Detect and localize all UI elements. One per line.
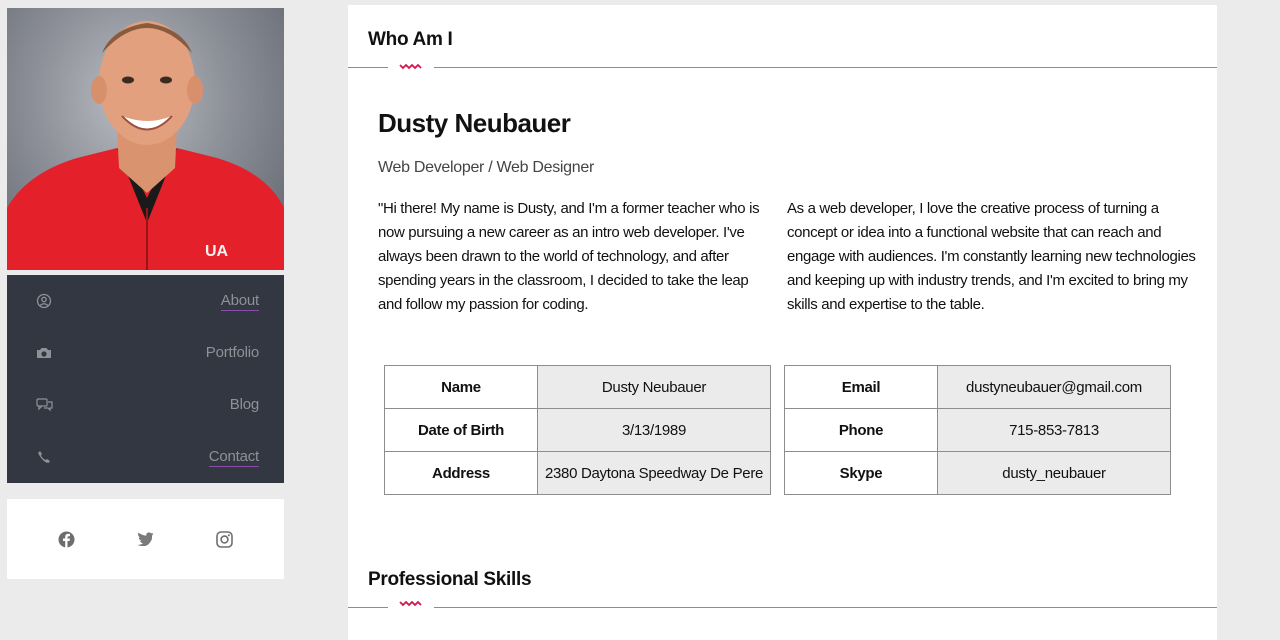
info-key: Address: [384, 451, 538, 495]
social-links: [7, 499, 284, 579]
info-key: Date of Birth: [384, 408, 538, 452]
chat-bubbles-icon: [35, 396, 53, 414]
wave-accent-icon: [388, 62, 434, 72]
bio-paragraph-2: As a web developer, I love the creative …: [787, 200, 1196, 313]
nav-item-portfolio[interactable]: Portfolio: [7, 327, 284, 379]
section-divider: [348, 67, 1217, 68]
camera-icon: [35, 344, 53, 362]
contact-info-table: Email dustyneubauer@gmail.com Phone 715-…: [784, 365, 1171, 495]
svg-text:UA: UA: [205, 243, 229, 260]
table-row: Name Dusty Neubauer: [384, 365, 771, 409]
wave-accent-icon: [388, 599, 434, 609]
phone-icon: [35, 448, 53, 466]
instagram-icon[interactable]: [215, 529, 235, 549]
info-value: dustyneubauer@gmail.com: [937, 365, 1171, 409]
about-card: Who Am I Dusty Neubauer Web Developer / …: [348, 5, 1217, 640]
info-value: dusty_neubauer: [937, 451, 1171, 495]
profile-photo: UA: [7, 8, 284, 270]
section-title-who-am-i: Who Am I: [368, 29, 453, 50]
info-key: Email: [784, 365, 938, 409]
info-key: Skype: [784, 451, 938, 495]
table-row: Email dustyneubauer@gmail.com: [784, 365, 1171, 409]
nav-label-contact: Contact: [208, 447, 259, 467]
facebook-icon[interactable]: [57, 529, 77, 549]
info-value: 2380 Daytona Speedway De Pere: [537, 451, 771, 495]
info-value: Dusty Neubauer: [537, 365, 771, 409]
info-value: 3/13/1989: [537, 408, 771, 452]
info-key: Phone: [784, 408, 938, 452]
profile-role: Web Developer / Web Designer: [378, 159, 595, 176]
nav-item-contact[interactable]: Contact: [7, 431, 284, 483]
table-row: Skype dusty_neubauer: [784, 451, 1171, 495]
table-row: Address 2380 Daytona Speedway De Pere: [384, 451, 771, 495]
sidebar-nav: About Portfolio Blog Contact: [7, 275, 284, 483]
info-value: 715-853-7813: [937, 408, 1171, 452]
nav-label-blog: Blog: [229, 396, 259, 413]
user-circle-icon: [35, 292, 53, 310]
table-row: Date of Birth 3/13/1989: [384, 408, 771, 452]
table-row: Phone 715-853-7813: [784, 408, 1171, 452]
section-divider: [348, 607, 1217, 608]
nav-label-portfolio: Portfolio: [205, 344, 259, 361]
twitter-icon[interactable]: [136, 529, 156, 549]
bio-paragraph-1: "Hi there! My name is Dusty, and I'm a f…: [378, 200, 760, 313]
section-title-professional-skills: Professional Skills: [368, 569, 532, 590]
personal-info-table: Name Dusty Neubauer Date of Birth 3/13/1…: [384, 365, 771, 495]
nav-label-about: About: [220, 291, 259, 311]
profile-name: Dusty Neubauer: [378, 108, 571, 138]
nav-item-about[interactable]: About: [7, 275, 284, 327]
nav-item-blog[interactable]: Blog: [7, 379, 284, 431]
info-key: Name: [384, 365, 538, 409]
